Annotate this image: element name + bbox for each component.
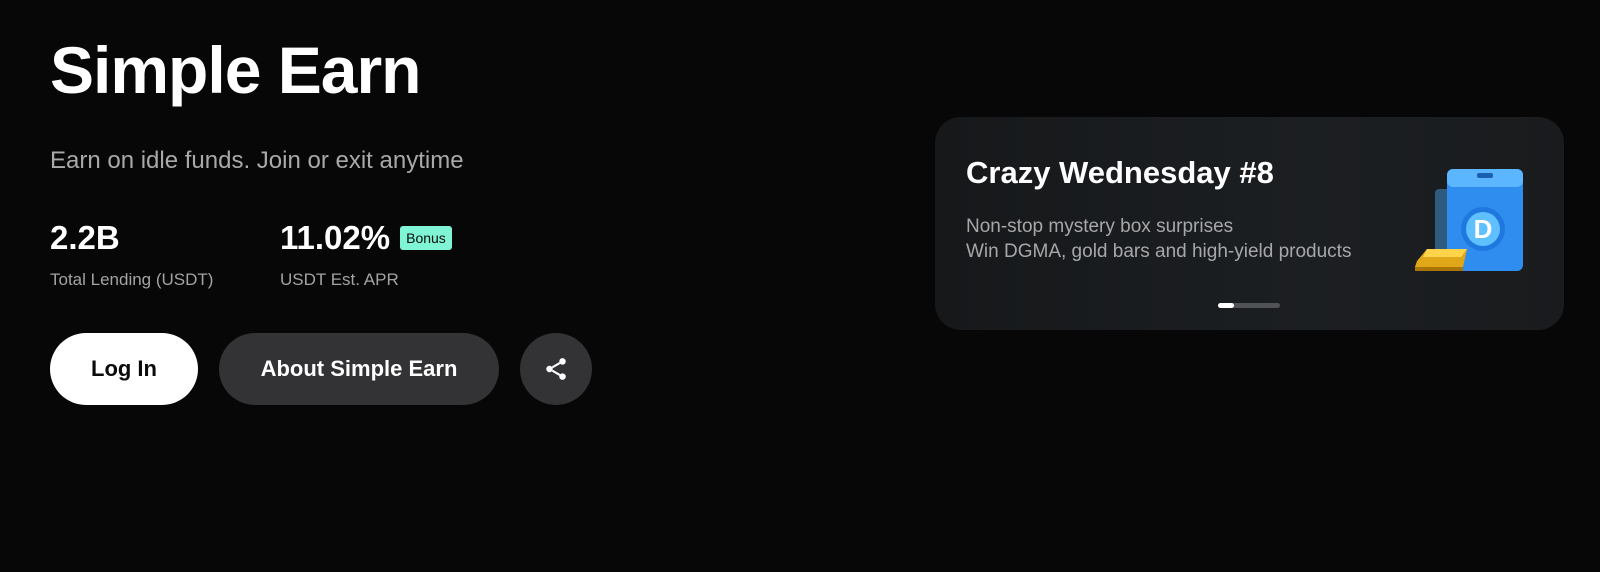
action-buttons: Log In About Simple Earn <box>50 333 592 405</box>
svg-text:D: D <box>1474 214 1493 244</box>
stats-row: 2.2B Total Lending (USDT) 11.02% Bonus U… <box>50 218 592 290</box>
mystery-box-gold-bar-icon: D <box>1413 167 1533 277</box>
promo-description-line: Win DGMA, gold bars and high-yield produ… <box>966 241 1352 262</box>
stat-value: 11.02% <box>280 219 391 256</box>
page-title: Simple Earn <box>50 33 421 107</box>
simple-earn-page: Simple Earn Earn on idle funds. Join or … <box>0 0 1600 572</box>
page-subtitle: Earn on idle funds. Join or exit anytime <box>50 147 464 174</box>
share-icon <box>546 358 566 380</box>
stat-apr: 11.02% Bonus USDT Est. APR <box>280 218 500 290</box>
hero-section: Simple Earn Earn on idle funds. Join or … <box>50 30 592 405</box>
login-button[interactable]: Log In <box>50 333 198 405</box>
carousel-pager-active <box>1218 303 1234 308</box>
stat-total-lending: 2.2B Total Lending (USDT) <box>50 218 280 290</box>
share-button[interactable] <box>520 333 592 405</box>
promo-title: Crazy Wednesday #8 <box>966 155 1274 190</box>
bonus-badge[interactable]: Bonus <box>400 226 452 250</box>
stat-label: USDT Est. APR <box>280 270 399 289</box>
carousel-pager[interactable] <box>1218 303 1280 308</box>
stat-label: Total Lending (USDT) <box>50 270 214 289</box>
promo-description-line: Non-stop mystery box surprises <box>966 216 1234 237</box>
promo-banner[interactable]: Crazy Wednesday #8 Non-stop mystery box … <box>935 117 1564 330</box>
stat-value: 2.2B <box>50 219 120 256</box>
about-simple-earn-button[interactable]: About Simple Earn <box>219 333 499 405</box>
